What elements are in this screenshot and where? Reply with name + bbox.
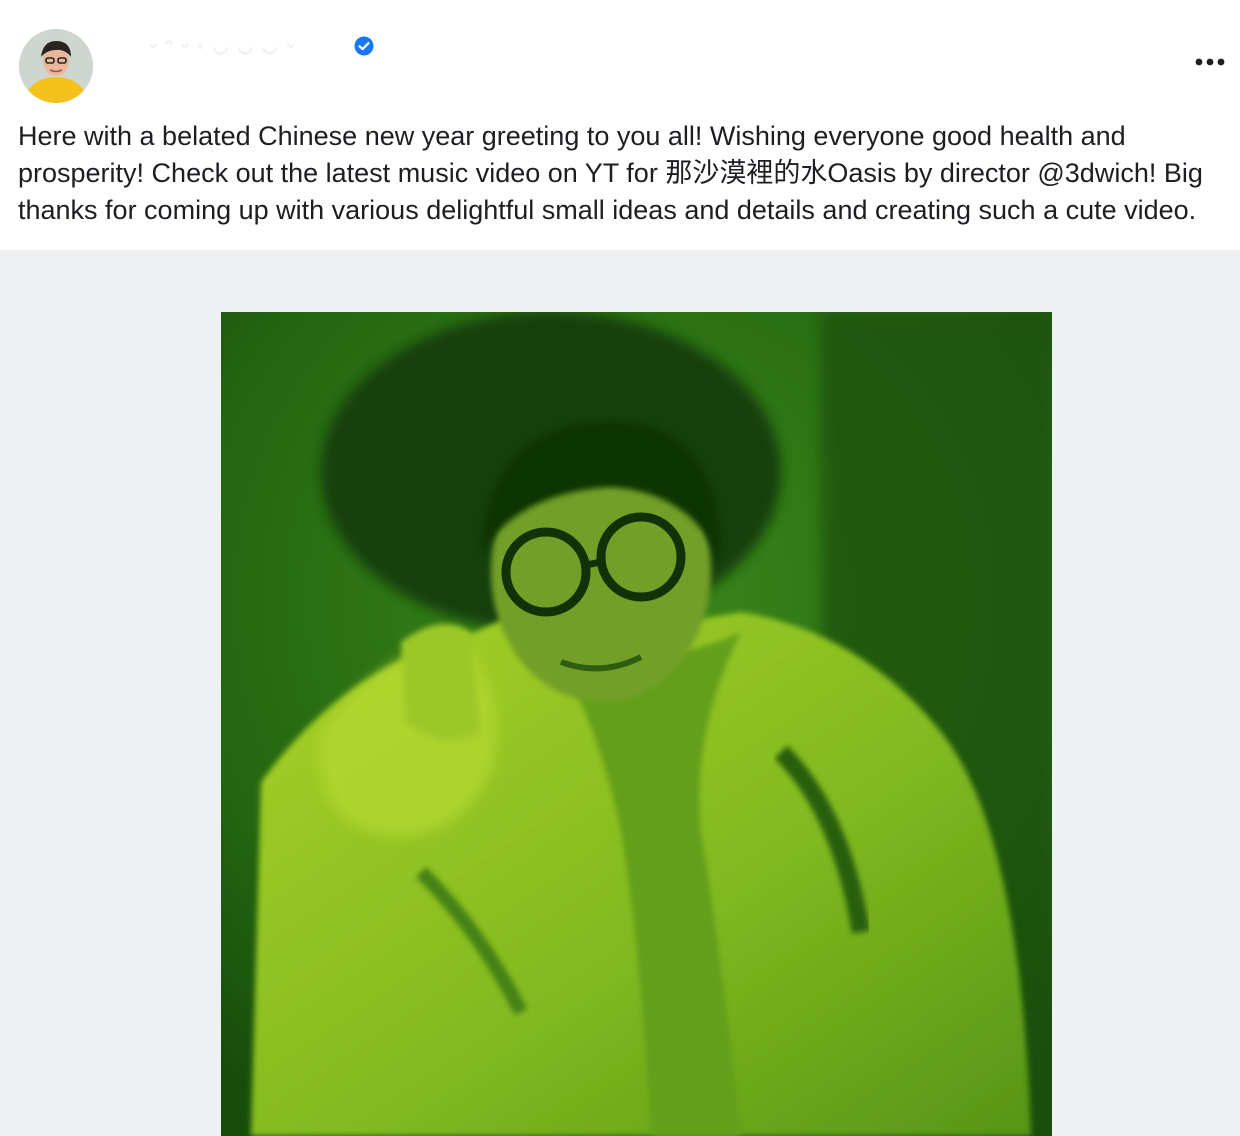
caption-line: prosperity! Check out the latest music v… (18, 158, 1203, 188)
more-options-button[interactable] (1192, 48, 1228, 76)
caption-line: thanks for coming up with various deligh… (18, 195, 1197, 225)
author-avatar[interactable] (19, 29, 93, 103)
post-header: ᵕ ᵔ ᵕ ◦ ◡ ◡ ◡ ᵕ (0, 0, 1240, 112)
post-photo[interactable] (221, 312, 1052, 1136)
author-name[interactable]: ᵕ ᵔ ᵕ ◦ ◡ ◡ ◡ ᵕ (150, 36, 296, 58)
avatar-image (19, 29, 93, 103)
more-options-icon (1195, 58, 1225, 66)
post-media-area (0, 250, 1240, 1136)
post-caption: Here with a belated Chinese new year gre… (18, 118, 1240, 229)
caption-line: Here with a belated Chinese new year gre… (18, 121, 1126, 151)
verified-badge-icon (354, 36, 374, 56)
photo-image (221, 312, 1052, 1136)
